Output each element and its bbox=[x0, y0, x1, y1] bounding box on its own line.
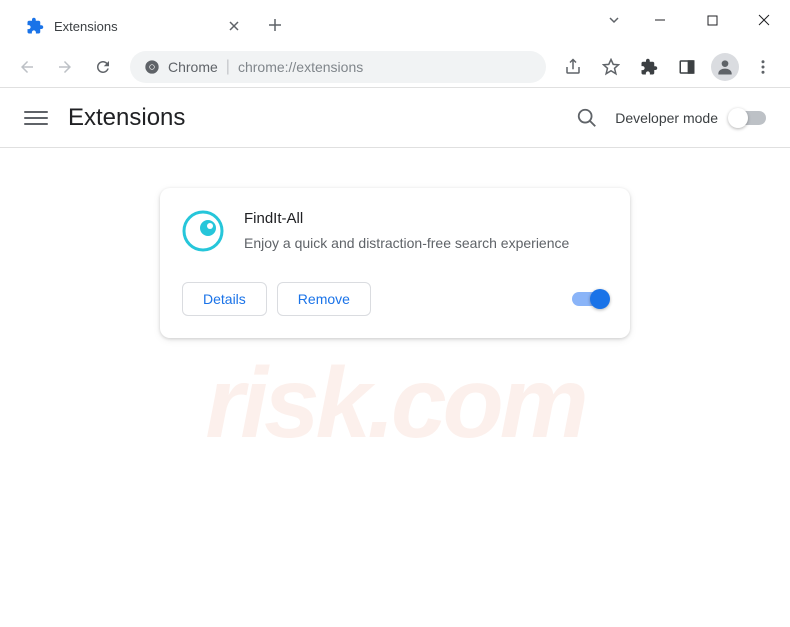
search-icon[interactable] bbox=[575, 106, 599, 130]
new-tab-button[interactable] bbox=[260, 10, 290, 40]
url-separator: | bbox=[226, 58, 230, 76]
tab-title: Extensions bbox=[54, 19, 226, 34]
extension-name: FindIt-All bbox=[244, 210, 608, 227]
extension-app-icon bbox=[182, 210, 224, 252]
reload-button[interactable] bbox=[86, 50, 120, 84]
forward-button[interactable] bbox=[48, 50, 82, 84]
side-panel-icon[interactable] bbox=[670, 50, 704, 84]
developer-mode-label: Developer mode bbox=[615, 110, 718, 126]
bookmark-star-icon[interactable] bbox=[594, 50, 628, 84]
remove-button[interactable]: Remove bbox=[277, 282, 371, 316]
developer-mode-toggle[interactable] bbox=[730, 111, 766, 125]
extension-description: Enjoy a quick and distraction-free searc… bbox=[244, 233, 608, 254]
browser-tab[interactable]: Extensions bbox=[14, 6, 254, 46]
hamburger-menu-icon[interactable] bbox=[24, 106, 48, 130]
menu-dots-icon[interactable] bbox=[746, 50, 780, 84]
chrome-icon bbox=[144, 59, 160, 75]
minimize-button[interactable] bbox=[634, 0, 686, 40]
extension-puzzle-icon bbox=[26, 17, 44, 35]
url-scheme: Chrome bbox=[168, 59, 218, 75]
back-button[interactable] bbox=[10, 50, 44, 84]
close-window-button[interactable] bbox=[738, 0, 790, 40]
maximize-button[interactable] bbox=[686, 0, 738, 40]
profile-avatar[interactable] bbox=[711, 53, 739, 81]
browser-toolbar: Chrome | chrome://extensions bbox=[0, 46, 790, 88]
address-bar[interactable]: Chrome | chrome://extensions bbox=[130, 51, 546, 83]
extensions-puzzle-icon[interactable] bbox=[632, 50, 666, 84]
page-title: Extensions bbox=[68, 104, 185, 132]
extension-card: FindIt-All Enjoy a quick and distraction… bbox=[160, 188, 630, 338]
tab-search-chevron-icon[interactable] bbox=[594, 13, 634, 27]
url-path: chrome://extensions bbox=[238, 59, 363, 75]
share-icon[interactable] bbox=[556, 50, 590, 84]
close-tab-icon[interactable] bbox=[226, 18, 242, 34]
details-button[interactable]: Details bbox=[182, 282, 267, 316]
extension-enable-toggle[interactable] bbox=[572, 292, 608, 306]
